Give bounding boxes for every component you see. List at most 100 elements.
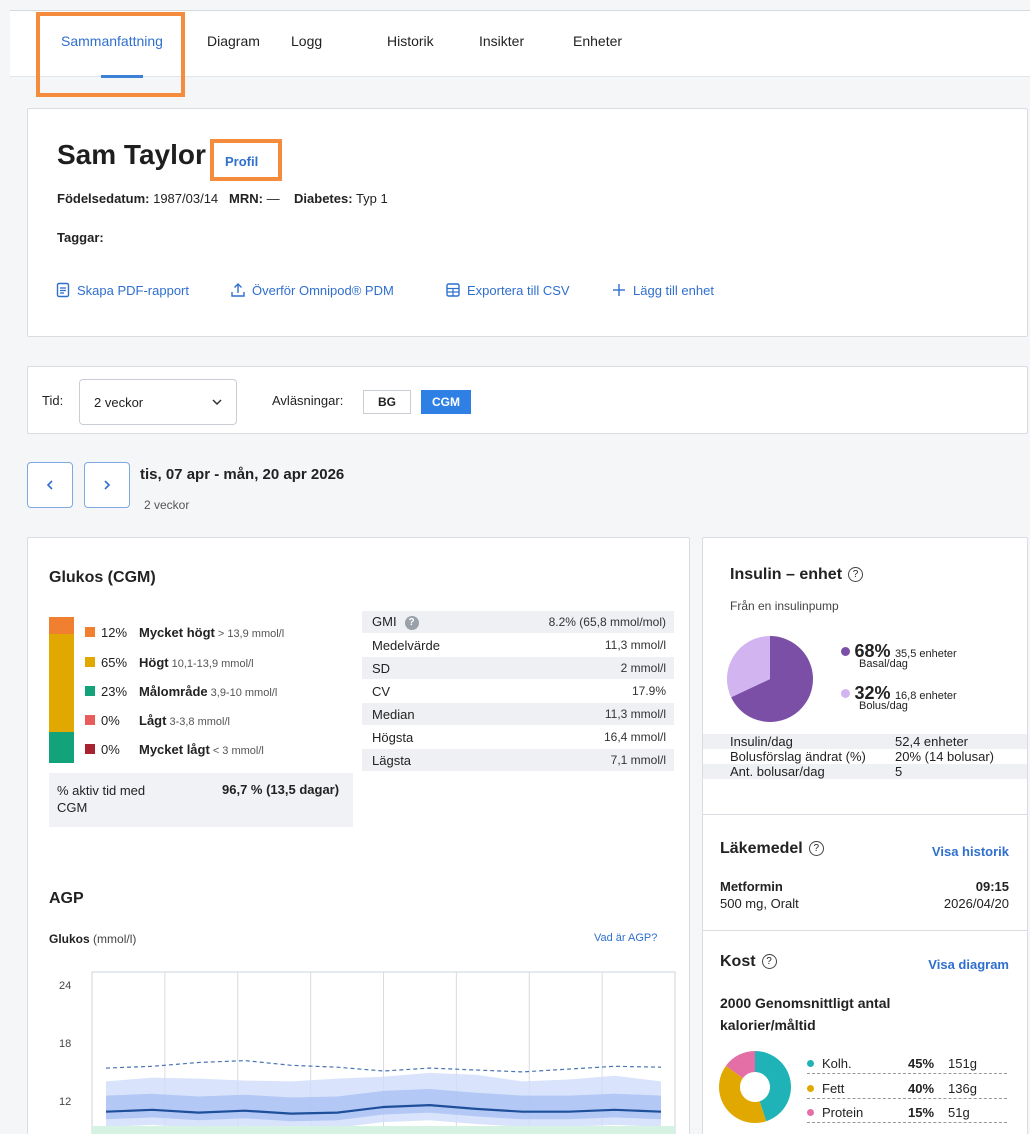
tir-pct: 23% — [101, 684, 128, 699]
legend-swatch — [85, 744, 95, 754]
insulin-key: Insulin/dag — [730, 734, 793, 749]
chevron-down-icon — [212, 399, 222, 406]
legend-swatch — [841, 647, 850, 656]
agp-title: AGP — [49, 890, 84, 907]
view-chart-link[interactable]: Visa diagram — [928, 957, 1009, 972]
diet-row: Kolh. 45% 151g — [807, 1054, 1007, 1074]
upload-icon — [231, 283, 245, 297]
tir-bar-target — [49, 732, 74, 763]
time-select[interactable]: 2 veckor — [79, 379, 237, 425]
time-select-value: 2 veckor — [94, 394, 144, 410]
cgm-toggle[interactable]: CGM — [421, 390, 471, 414]
insulin-row: Bolusförslag ändrat (%) 20% (14 bolusar) — [703, 749, 1027, 764]
diet-summary: 2000 Genomsnittligt antal kalorier/målti… — [720, 995, 891, 1033]
stat-row: Lägsta 7,1 mmol/l — [362, 749, 674, 772]
stat-row: SD 2 mmol/l — [362, 657, 674, 680]
stat-row: Medelvärde 11,3 mmol/l — [362, 634, 674, 657]
legend-swatch — [85, 627, 95, 637]
help-icon[interactable]: ? — [404, 615, 419, 630]
tir-bar-very-high — [49, 617, 74, 634]
help-icon[interactable]: ? — [761, 954, 777, 969]
patient-meta: Födelsedatum: 1987/03/14 MRN: — Diabetes… — [57, 191, 388, 206]
tab-diagram[interactable]: Diagram — [207, 33, 260, 49]
tab-insikter[interactable]: Insikter — [479, 33, 524, 49]
tab-logg[interactable]: Logg — [291, 33, 322, 49]
stat-value: 17.9% — [631, 684, 666, 698]
stat-value: 2 mmol/l — [620, 661, 666, 675]
stat-row: CV 17.9% — [362, 680, 674, 703]
prev-range-button[interactable] — [27, 462, 73, 508]
insulin-value: 52,4 enheter — [895, 734, 969, 749]
add-device-button[interactable]: Lägg till enhet — [611, 282, 714, 298]
insulin-value: 5 — [895, 764, 903, 779]
medication-dose: 500 mg, Oralt — [720, 896, 799, 911]
what-is-agp-link[interactable]: Vad är AGP? — [594, 932, 657, 944]
side-card: Insulin – enhet? Från en insulinpump 68%… — [702, 537, 1028, 1134]
glucose-card: Glukos (CGM) 12% Mycket högt > 13,9 mmol/… — [27, 537, 690, 1134]
stat-key: GMI — [372, 614, 397, 630]
insulin-key: Ant. bolusar/dag — [730, 764, 825, 779]
stat-value: 11,3 mmol/l — [604, 638, 666, 652]
help-icon[interactable]: ? — [808, 841, 824, 856]
y-tick-label: 24 — [59, 980, 71, 992]
stat-row: GMI? 8.2% (65,8 mmol/mol) — [362, 611, 674, 634]
plus-icon — [613, 284, 625, 296]
filter-card: Tid: 2 veckor Avläsningar: BG CGM — [27, 366, 1028, 434]
legend-swatch — [841, 689, 850, 698]
legend-swatch — [807, 1060, 814, 1067]
tir-range: > 13,9 mmol/l — [217, 628, 285, 640]
tir-row-very-high: 12% Mycket högt > 13,9 mmol/l — [85, 625, 284, 640]
agp-chart: 24 18 12 — [59, 971, 676, 1134]
medication-date: 2026/04/20 — [943, 896, 1009, 911]
stat-value: 7,1 mmol/l — [610, 753, 666, 767]
tir-row-low: 0% Lågt 3-3,8 mmol/l — [85, 713, 230, 728]
medication-title: Läkemedel? — [720, 840, 824, 858]
mrn-value: — — [266, 191, 280, 206]
stat-row: Median 11,3 mmol/l — [362, 703, 674, 726]
insulin-subtitle: Från en insulinpump — [730, 599, 839, 613]
insulin-title: Insulin – enhet? — [730, 566, 864, 584]
help-icon[interactable]: ? — [848, 567, 864, 582]
add-device-label: Lägg till enhet — [633, 282, 714, 298]
diet-grams: 51g — [948, 1105, 970, 1120]
tir-row-high: 65% Högt 10,1-13,9 mmol/l — [85, 655, 254, 670]
export-csv-button[interactable]: Exportera till CSV — [445, 282, 570, 298]
tab-historik[interactable]: Historik — [387, 33, 434, 49]
document-icon — [56, 282, 70, 298]
table-icon — [446, 283, 460, 297]
cgm-active-time: % aktiv tid med CGM 96,7 % (13,5 dagar) — [49, 773, 353, 827]
y-tick-label: 12 — [59, 1096, 71, 1108]
diet-name: Protein — [822, 1105, 864, 1120]
legend-swatch — [85, 686, 95, 696]
stat-value: 8.2% (65,8 mmol/mol) — [548, 615, 666, 629]
transfer-pdm-button[interactable]: Överför Omnipod® PDM — [230, 282, 394, 298]
readings-label: Avläsningar: — [272, 393, 344, 408]
dob-value: 1987/03/14 — [153, 191, 219, 206]
tir-label: Mycket lågt — [139, 742, 210, 757]
stat-key: CV — [372, 683, 391, 699]
legend-swatch — [85, 657, 95, 667]
bg-toggle[interactable]: BG — [363, 390, 411, 414]
highlight-box-tab — [36, 12, 185, 97]
diet-grams: 136g — [948, 1081, 977, 1096]
diet-name: Fett — [822, 1081, 845, 1096]
next-range-button[interactable] — [84, 462, 130, 508]
agp-y-unit: (mmol/l) — [93, 932, 137, 946]
tab-enheter[interactable]: Enheter — [573, 33, 622, 49]
tir-bar-high — [49, 634, 74, 732]
insulin-row: Insulin/dag 52,4 enheter — [703, 734, 1027, 749]
transfer-pdm-label: Överför Omnipod® PDM — [252, 282, 394, 298]
agp-y-title: Glukos (mmol/l) — [49, 932, 136, 946]
tir-pct: 12% — [101, 625, 128, 640]
export-csv-label: Exportera till CSV — [467, 282, 570, 298]
stat-key: Medelvärde — [372, 637, 440, 653]
tir-row-very-low: 0% Mycket lågt < 3 mmol/l — [85, 742, 264, 757]
view-history-link[interactable]: Visa historik — [932, 844, 1009, 859]
diet-donut — [719, 1051, 791, 1123]
insulin-row: Ant. bolusar/dag 5 — [703, 764, 1027, 779]
create-pdf-button[interactable]: Skapa PDF-rapport — [55, 282, 189, 298]
glucose-stats-table: GMI? 8.2% (65,8 mmol/mol) Medelvärde 11,3 … — [362, 611, 674, 772]
basal-legend: 68% 35,5 enheter Basal/dag — [841, 641, 1021, 670]
tir-label: Mycket högt — [139, 625, 215, 640]
diet-title-text: Kost — [720, 953, 756, 970]
